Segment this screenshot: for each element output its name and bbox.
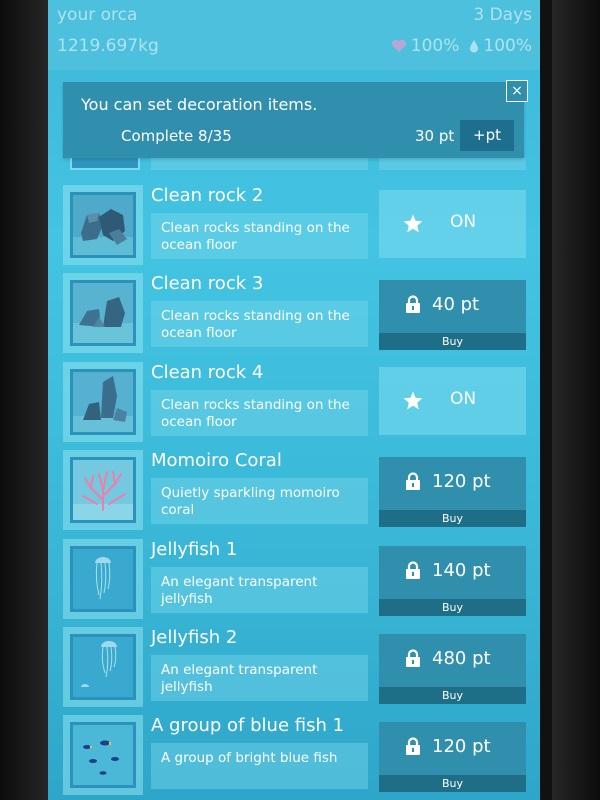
item-price: 120 pt <box>432 736 491 757</box>
partial-item-action <box>379 158 526 170</box>
item-description: Quietly sparkling momoiro coral <box>161 485 340 518</box>
item-name: Clean rock 2 <box>151 185 264 206</box>
item-description: An elegant transparent jellyfish <box>161 662 318 695</box>
buy-button[interactable]: 120 pt Buy <box>379 722 526 792</box>
item-name: Clean rock 4 <box>151 362 264 383</box>
buy-label: Buy <box>379 775 526 792</box>
buy-label: Buy <box>379 510 526 527</box>
buy-label: Buy <box>379 687 526 704</box>
toggle-on-button[interactable]: ON <box>379 190 526 258</box>
item-name: Momoiro Coral <box>151 450 282 471</box>
close-button[interactable]: × <box>506 80 528 102</box>
days-counter: 3 Days <box>473 5 532 25</box>
buy-button[interactable]: 480 pt Buy <box>379 634 526 704</box>
toggle-label: ON <box>450 389 477 409</box>
partial-item-thumbnail <box>70 158 140 170</box>
item-description-box: An elegant transparent jellyfish <box>151 567 368 613</box>
buy-label: Buy <box>379 333 526 350</box>
points-balance: 30 pt <box>415 127 455 145</box>
water-value: 100% <box>483 36 532 56</box>
game-screen: your orca 3 Days 1219.697kg 100% 100% Yo… <box>48 0 540 800</box>
item-clean-rock-2: Clean rock 2 Clean rocks standing on the… <box>48 185 540 265</box>
buy-label: Buy <box>379 599 526 616</box>
item-blue-fish-group-1: A group of blue fish 1 A group of bright… <box>48 715 540 795</box>
momoiro-coral-thumbnail <box>70 457 136 523</box>
item-price: 480 pt <box>432 648 491 669</box>
partial-item-description <box>151 158 368 170</box>
clean-rock-4-thumbnail <box>70 369 136 435</box>
clean-rock-3-thumbnail <box>70 280 136 346</box>
item-description-box: Quietly sparkling momoiro coral <box>151 478 368 524</box>
lock-icon <box>405 295 421 318</box>
toggle-label: ON <box>450 212 477 232</box>
item-price: 120 pt <box>432 471 491 492</box>
item-price: 40 pt <box>432 294 480 315</box>
add-points-button[interactable]: +pt <box>460 120 514 151</box>
item-description: Clean rocks standing on the ocean floor <box>161 220 350 253</box>
lock-icon <box>405 561 421 584</box>
item-momoiro-coral: Momoiro Coral Quietly sparkling momoiro … <box>48 450 540 530</box>
lock-icon <box>405 472 421 495</box>
item-name: Clean rock 3 <box>151 273 264 294</box>
item-description-box: Clean rocks standing on the ocean floor <box>151 390 368 436</box>
star-icon <box>403 214 423 237</box>
status-bar: your orca 3 Days 1219.697kg 100% 100% <box>48 0 540 70</box>
blue-fish-group-thumbnail <box>70 722 136 788</box>
item-jellyfish-1: Jellyfish 1 An elegant transparent jelly… <box>48 539 540 619</box>
star-icon <box>403 391 423 414</box>
item-clean-rock-4: Clean rock 4 Clean rocks standing on the… <box>48 362 540 442</box>
item-price: 140 pt <box>432 560 491 581</box>
lock-icon <box>405 737 421 760</box>
item-description-box: Clean rocks standing on the ocean floor <box>151 301 368 347</box>
info-panel: You can set decoration items. Complete 8… <box>63 82 524 158</box>
item-description-box: Clean rocks standing on the ocean floor <box>151 213 368 259</box>
jellyfish-1-thumbnail <box>70 546 136 612</box>
left-letterbox <box>0 0 48 800</box>
buy-button[interactable]: 140 pt Buy <box>379 546 526 616</box>
item-description: A group of bright blue fish <box>161 750 338 766</box>
lock-icon <box>405 649 421 672</box>
orca-stats: 100% 100% <box>391 36 532 56</box>
orca-name: your orca <box>57 5 138 25</box>
heart-icon <box>391 39 407 53</box>
item-description: An elegant transparent jellyfish <box>161 574 318 607</box>
item-name: Jellyfish 2 <box>151 627 238 648</box>
heart-value: 100% <box>410 36 460 56</box>
panel-message: You can set decoration items. <box>81 95 318 114</box>
item-clean-rock-3: Clean rock 3 Clean rocks standing on the… <box>48 273 540 353</box>
buy-button[interactable]: 40 pt Buy <box>379 280 526 350</box>
item-name: Jellyfish 1 <box>151 539 238 560</box>
item-name: A group of blue fish 1 <box>151 715 345 736</box>
item-jellyfish-2: Jellyfish 2 An elegant transparent jelly… <box>48 627 540 707</box>
jellyfish-2-thumbnail <box>70 634 136 700</box>
orca-weight: 1219.697kg <box>57 36 159 56</box>
buy-button[interactable]: 120 pt Buy <box>379 457 526 527</box>
right-letterbox <box>552 0 600 800</box>
toggle-on-button[interactable]: ON <box>379 367 526 435</box>
completion-counter: Complete 8/35 <box>121 127 232 145</box>
item-description: Clean rocks standing on the ocean floor <box>161 397 350 430</box>
item-description-box: A group of bright blue fish <box>151 743 368 789</box>
water-drop-icon <box>469 39 479 53</box>
item-description-box: An elegant transparent jellyfish <box>151 655 368 701</box>
item-description: Clean rocks standing on the ocean floor <box>161 308 350 341</box>
clean-rock-2-thumbnail <box>70 192 136 258</box>
